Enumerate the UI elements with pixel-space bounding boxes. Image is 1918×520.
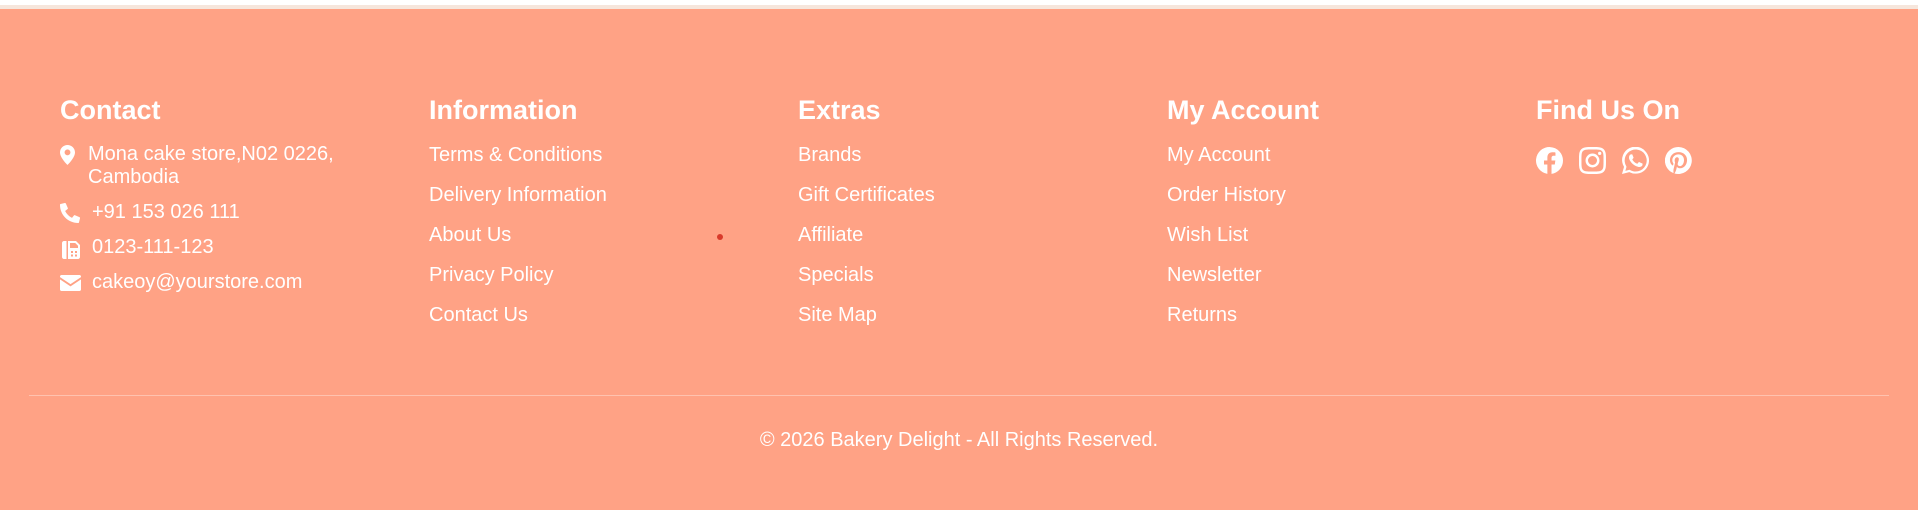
social-column: Find Us On [1536, 93, 1708, 174]
account-column: My Account My Account Order History Wish… [1167, 93, 1319, 343]
contact-fax-text: 0123-111-123 [92, 236, 214, 258]
contact-email: cakeoy@yourstore.com [60, 271, 378, 294]
about-us-link[interactable]: About Us [429, 224, 511, 246]
copyright-text: © 2026 Bakery Delight - All Rights Reser… [759, 429, 1159, 451]
contact-heading: Contact [60, 95, 161, 125]
contact-us-link[interactable]: Contact Us [429, 304, 528, 326]
affiliate-link[interactable]: Affiliate [798, 224, 863, 246]
information-column: Information Terms & Conditions Delivery … [429, 93, 607, 343]
contact-phone: +91 153 026 111 [60, 201, 378, 224]
contact-phone-text[interactable]: +91 153 026 111 [92, 201, 240, 224]
phone-icon [60, 201, 86, 224]
instagram-icon[interactable] [1579, 147, 1606, 174]
newsletter-link[interactable]: Newsletter [1167, 264, 1261, 286]
map-pin-icon [60, 143, 86, 166]
contact-address: Mona cake store,N02 0226, Cambodia [60, 143, 378, 189]
contact-list: Mona cake store,N02 0226, Cambodia +91 1… [60, 143, 378, 294]
fax-icon [60, 236, 86, 259]
information-heading: Information [429, 95, 578, 125]
information-links: Terms & Conditions Delivery Information … [429, 143, 607, 343]
footer-divider [29, 395, 1889, 396]
social-icons [1536, 146, 1708, 174]
facebook-icon[interactable] [1536, 147, 1563, 174]
top-strip [0, 0, 1918, 9]
cursor-dot [717, 234, 723, 240]
account-heading: My Account [1167, 95, 1320, 125]
specials-link[interactable]: Specials [798, 264, 874, 286]
extras-links: Brands Gift Certificates Affiliate Speci… [798, 143, 935, 343]
my-account-link[interactable]: My Account [1167, 144, 1270, 166]
pinterest-icon[interactable] [1664, 146, 1692, 174]
contact-fax: 0123-111-123 [60, 236, 378, 259]
envelope-icon [60, 271, 86, 294]
terms-link[interactable]: Terms & Conditions [429, 144, 602, 166]
returns-link[interactable]: Returns [1167, 304, 1237, 326]
account-links: My Account Order History Wish List Newsl… [1167, 143, 1319, 343]
delivery-information-link[interactable]: Delivery Information [429, 184, 607, 206]
order-history-link[interactable]: Order History [1167, 184, 1286, 206]
site-footer: Contact Mona cake store,N02 0226, Cambod… [0, 9, 1918, 510]
whatsapp-icon[interactable] [1622, 146, 1650, 174]
extras-heading: Extras [798, 95, 881, 125]
privacy-policy-link[interactable]: Privacy Policy [429, 264, 553, 286]
wish-list-link[interactable]: Wish List [1167, 224, 1248, 246]
gift-certificates-link[interactable]: Gift Certificates [798, 184, 935, 206]
brands-link[interactable]: Brands [798, 144, 861, 166]
contact-address-text: Mona cake store,N02 0226, Cambodia [88, 143, 334, 188]
contact-column: Contact Mona cake store,N02 0226, Cambod… [60, 93, 378, 306]
social-heading: Find Us On [1536, 95, 1680, 125]
extras-column: Extras Brands Gift Certificates Affiliat… [798, 93, 935, 343]
contact-email-text[interactable]: cakeoy@yourstore.com [92, 271, 302, 294]
site-map-link[interactable]: Site Map [798, 304, 877, 326]
